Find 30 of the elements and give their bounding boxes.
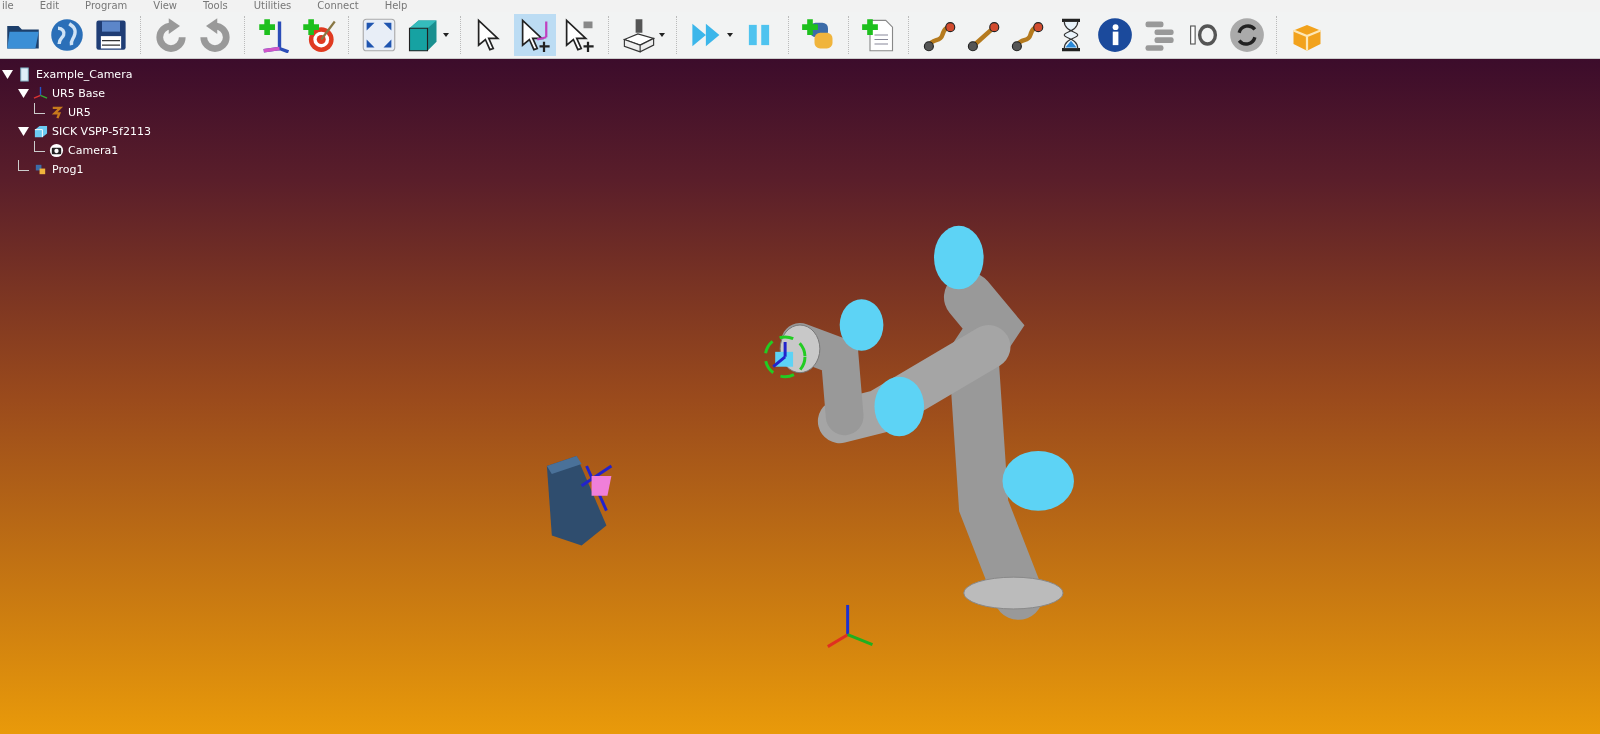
machine-icon bbox=[621, 17, 657, 53]
menu-item[interactable]: Program bbox=[85, 0, 128, 12]
camera-icon bbox=[49, 143, 64, 158]
save-icon bbox=[93, 17, 129, 53]
frame-axes-icon bbox=[33, 86, 48, 101]
info-icon bbox=[1097, 17, 1133, 53]
menu-item[interactable]: Edit bbox=[39, 0, 60, 12]
menu-item[interactable]: ile bbox=[2, 0, 14, 12]
add-target-icon bbox=[301, 17, 337, 53]
menu-item[interactable]: Utilities bbox=[253, 0, 292, 12]
tree-item[interactable]: Example_Camera bbox=[36, 68, 133, 81]
tree-item[interactable]: Prog1 bbox=[52, 163, 84, 176]
object-icon bbox=[33, 124, 48, 139]
tree-item[interactable]: UR5 bbox=[68, 106, 91, 119]
expand-toggle[interactable] bbox=[18, 89, 29, 98]
tree-item[interactable]: UR5 Base bbox=[52, 87, 105, 100]
expand-toggle[interactable] bbox=[2, 70, 13, 79]
station-icon bbox=[17, 67, 32, 82]
menu-item[interactable]: View bbox=[153, 0, 178, 12]
menu-item[interactable]: Help bbox=[384, 0, 408, 12]
expand-toggle[interactable] bbox=[18, 127, 29, 136]
globe-icon bbox=[49, 17, 85, 53]
tree-item[interactable]: Camera1 bbox=[68, 144, 119, 157]
fit-view-icon bbox=[361, 17, 397, 53]
menu-item[interactable]: Connect bbox=[317, 0, 359, 12]
sync-icon bbox=[1229, 17, 1265, 53]
tree-item[interactable]: SICK VSPP-5f2113 bbox=[52, 125, 151, 138]
menu-item[interactable]: Tools bbox=[203, 0, 228, 12]
coordinate-axes-icon bbox=[827, 604, 873, 648]
toolbar-button[interactable] bbox=[514, 14, 556, 56]
